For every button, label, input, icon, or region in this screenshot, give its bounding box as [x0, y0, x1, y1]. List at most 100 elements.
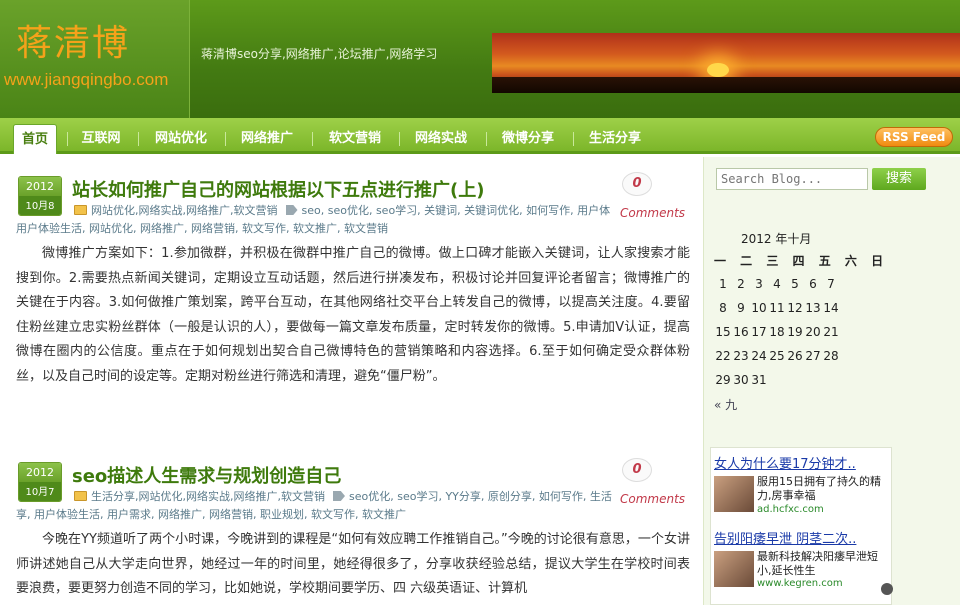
post-year: 2012: [19, 463, 61, 482]
calendar-day[interactable]: 27: [804, 349, 822, 363]
calendar-day[interactable]: 12: [786, 301, 804, 315]
nav-item-network-promotion[interactable]: 网络推广: [236, 124, 298, 154]
calendar-day[interactable]: 13: [804, 301, 822, 315]
nav-item-internet[interactable]: 互联网: [78, 124, 124, 154]
sidebar: 搜索 2012 年十月 一 二 三 四 五 六 日 1234567 891011…: [703, 157, 960, 605]
calendar-day[interactable]: 21: [822, 325, 840, 339]
nav-divider: [573, 132, 574, 146]
calendar-day[interactable]: 7: [822, 277, 840, 291]
calendar-week: 1234567: [714, 277, 840, 291]
calendar-day[interactable]: 9: [732, 301, 750, 315]
calendar-day[interactable]: 5: [786, 277, 804, 291]
calendar-day[interactable]: 10: [750, 301, 768, 315]
calendar-day[interactable]: 17: [750, 325, 768, 339]
calendar-day[interactable]: 4: [768, 277, 786, 291]
horizon: [492, 77, 960, 93]
nav-divider: [399, 132, 400, 146]
comments-link[interactable]: Comments: [620, 206, 685, 220]
main-content: 2012 10月8 站长如何推广自己的网站根据以下五点进行推广(上) 0 网站优…: [0, 157, 700, 605]
calendar-day[interactable]: 30: [732, 373, 750, 387]
calendar-day[interactable]: 23: [732, 349, 750, 363]
calendar-day[interactable]: 31: [750, 373, 768, 387]
calendar-day[interactable]: 2: [732, 277, 750, 291]
folder-icon: [74, 205, 87, 215]
search-button[interactable]: 搜索: [872, 168, 926, 190]
post-categories[interactable]: 网站优化,网络实战,网络推广,软文营销: [91, 204, 278, 217]
post: 2012 10月8 站长如何推广自己的网站根据以下五点进行推广(上) 0 网站优…: [0, 172, 700, 426]
calendar-day[interactable]: 6: [804, 277, 822, 291]
ad-title[interactable]: 告别阳痿早泄 阴茎二次..: [714, 528, 856, 547]
comments-link[interactable]: Comments: [620, 492, 685, 506]
post-year: 2012: [19, 177, 61, 196]
main-nav: 首页 互联网 网站优化 网络推广 软文营销 网络实战 微博分享 生活分享 RSS…: [0, 118, 960, 154]
header-banner-image: [492, 33, 960, 93]
post-meta: 生活分享,网站优化,网络实战,网络推广,软文营销 seo优化, seo学习, YY…: [16, 488, 688, 524]
nav-divider: [312, 132, 313, 146]
post-title[interactable]: 站长如何推广自己的网站根据以下五点进行推广(上): [72, 176, 484, 202]
sun: [707, 63, 729, 77]
calendar-prev-month-link[interactable]: « 九: [714, 396, 737, 413]
calendar-day[interactable]: 11: [768, 301, 786, 315]
folder-icon: [74, 491, 87, 501]
calendar-week: 15 16 17 18 19 20 21: [714, 325, 840, 339]
ad-box: 女人为什么要17分钟才.. 服用15日拥有了持久的精力,房事幸福 ad.hcfx…: [710, 447, 893, 605]
calendar-day[interactable]: 8: [714, 301, 732, 315]
calendar-day[interactable]: 16: [732, 325, 750, 339]
calendar-caption: 2012 年十月: [741, 232, 812, 246]
site-tagline: 蒋清博seo分享,网络推广,论坛推广,网络学习: [201, 47, 438, 61]
post-tags-continued[interactable]: 用户体验生活, 网站优化, 网络推广, 网络营销, 软文写作, 软文推广, 软文…: [16, 222, 388, 235]
calendar-day[interactable]: 24: [750, 349, 768, 363]
calendar-day[interactable]: 22: [714, 349, 732, 363]
post-categories[interactable]: 生活分享,网站优化,网络实战,网络推广,软文营销: [91, 490, 325, 503]
calendar-day[interactable]: 26: [786, 349, 804, 363]
calendar-day[interactable]: 15: [714, 325, 732, 339]
calendar-day[interactable]: 25: [768, 349, 786, 363]
post: 2012 10月7 seo描述人生需求与规划创造自己 0 生活分享,网站优化,网…: [0, 458, 700, 605]
search-input[interactable]: [716, 168, 868, 190]
nav-item-network-practice[interactable]: 网络实战: [410, 124, 472, 154]
nav-item-home[interactable]: 首页: [13, 124, 57, 154]
calendar-day[interactable]: 28: [822, 349, 840, 363]
nav-item-site-optimization[interactable]: 网站优化: [150, 124, 212, 154]
ad-text[interactable]: 服用15日拥有了持久的精力,房事幸福: [757, 475, 891, 503]
post-tags[interactable]: seo, seo优化, seo学习, 关键词, 关键词优化, 如何写作, 用户体: [302, 204, 611, 217]
nav-item-soft-article[interactable]: 软文营销: [324, 124, 386, 154]
ad-thumbnail[interactable]: [714, 476, 754, 512]
calendar-day[interactable]: 3: [750, 277, 768, 291]
header: 蒋清博 www.jiangqingbo.com 蒋清博seo分享,网络推广,论坛…: [0, 0, 960, 118]
ad-text[interactable]: 最新科技解决阳痿早泄短小,延长性生: [757, 550, 891, 578]
logo-title: 蒋清博: [16, 23, 131, 64]
post-excerpt: 微博推广方案如下：1.参加微群，并积极在微群中推广自己的微博。做上口碑才能嵌入关…: [16, 246, 690, 384]
nav-divider: [138, 132, 139, 146]
ad-url[interactable]: www.kegren.com: [757, 578, 843, 589]
comment-count-bubble[interactable]: 0: [622, 458, 652, 482]
calendar-week: 8 9 10 11 12 13 14: [714, 301, 840, 315]
calendar-week: 22 23 24 25 26 27 28: [714, 349, 840, 363]
logo[interactable]: 蒋清博 www.jiangqingbo.com: [0, 0, 190, 118]
nav-item-weibo[interactable]: 微博分享: [497, 124, 559, 154]
ad-thumbnail[interactable]: [714, 551, 754, 587]
post-tags[interactable]: seo优化, seo学习, YY分享, 原创分享, 如何写作, 生活: [349, 490, 612, 503]
post-tags-continued[interactable]: 享, 用户体验生活, 用户需求, 网络推广, 网络营销, 职业规划, 软文写作,…: [16, 508, 406, 521]
ad-url[interactable]: ad.hcfxc.com: [757, 504, 824, 515]
calendar-week: 29 30 31: [714, 373, 768, 387]
calendar-weekdays: 一 二 三 四 五 六 日: [714, 254, 889, 268]
calendar-day[interactable]: 20: [804, 325, 822, 339]
rss-feed-button[interactable]: RSS Feed: [875, 127, 953, 147]
post-title[interactable]: seo描述人生需求与规划创造自己: [72, 462, 341, 488]
nav-divider: [67, 132, 68, 146]
calendar-day[interactable]: 29: [714, 373, 732, 387]
post-excerpt: 今晚在YY频道听了两个小时课，今晚讲到的课程是“如何有效应聘工作推销自己。”今晚…: [16, 532, 690, 596]
nav-item-life[interactable]: 生活分享: [584, 124, 646, 154]
nav-divider: [486, 132, 487, 146]
ad-title[interactable]: 女人为什么要17分钟才..: [714, 453, 856, 472]
tag-icon: [333, 491, 345, 501]
calendar-day[interactable]: 19: [786, 325, 804, 339]
comment-count-bubble[interactable]: 0: [622, 172, 652, 196]
post-meta: 网站优化,网络实战,网络推广,软文营销 seo, seo优化, seo学习, 关键…: [16, 202, 688, 238]
calendar-day[interactable]: 1: [714, 277, 732, 291]
calendar-day[interactable]: 14: [822, 301, 840, 315]
nav-divider: [225, 132, 226, 146]
calendar-day[interactable]: 18: [768, 325, 786, 339]
tag-icon: [285, 205, 298, 215]
